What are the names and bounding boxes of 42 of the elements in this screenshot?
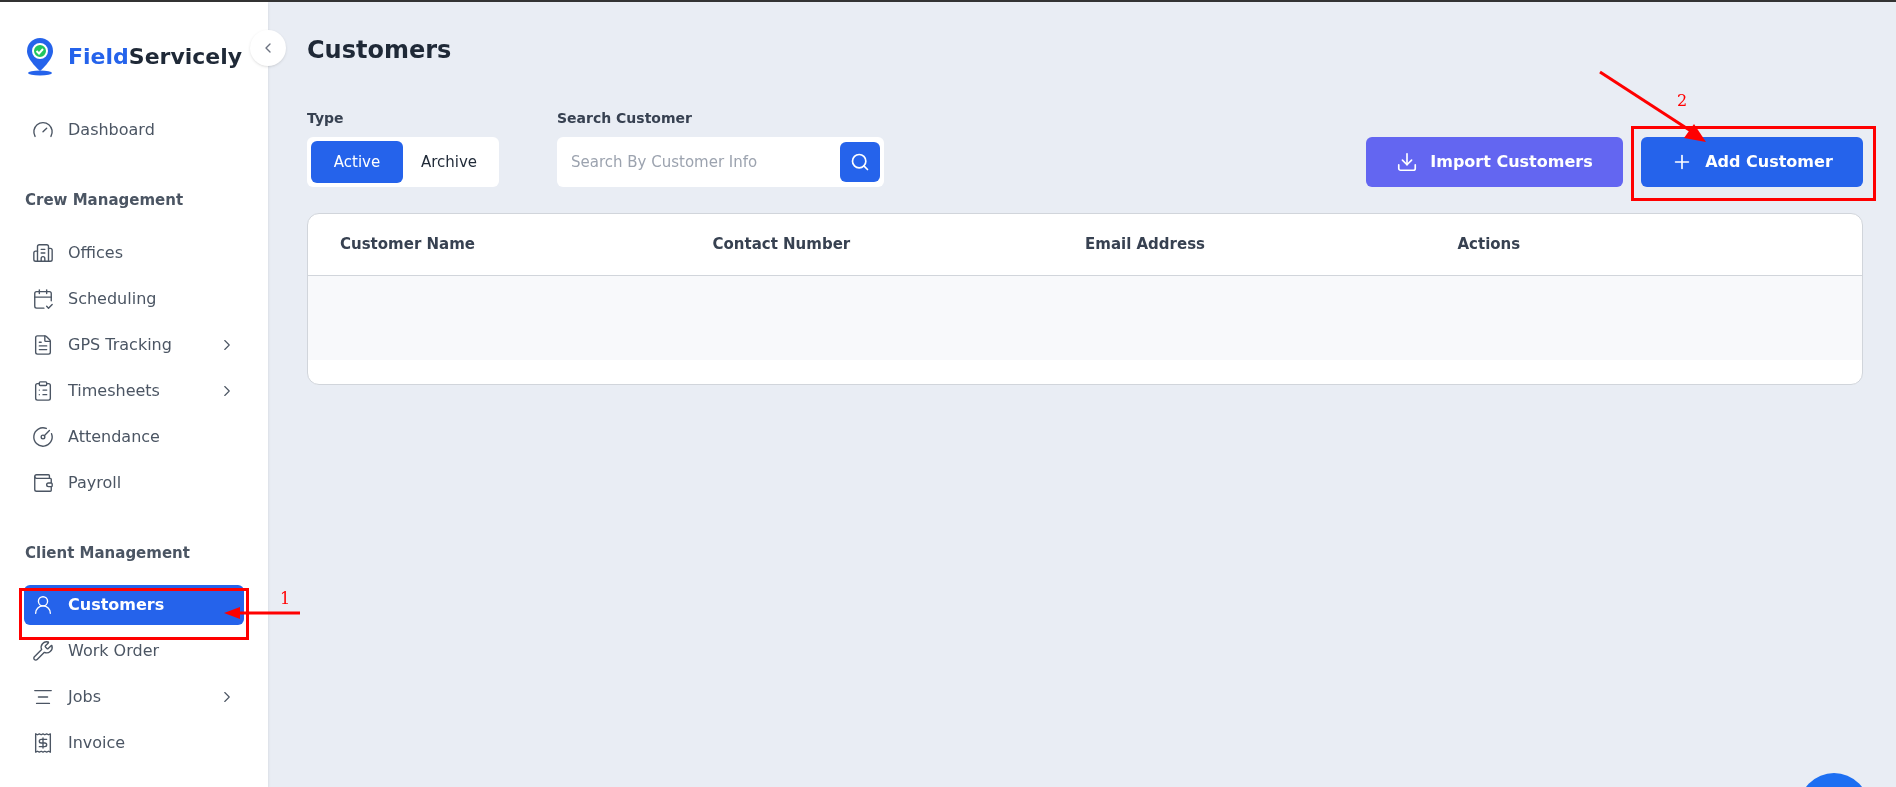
- map-pin-logo-icon: [24, 36, 56, 76]
- wallet-icon: [32, 471, 54, 494]
- search-icon: [850, 152, 870, 172]
- field-label: Type: [307, 109, 345, 128]
- sidebar-item[interactable]: Offices: [24, 232, 244, 273]
- type-option[interactable]: Archive: [403, 141, 495, 183]
- receipt-icon: [32, 732, 54, 754]
- sidebar-item[interactable]: Dashboard: [24, 110, 244, 150]
- sidebar-item[interactable]: Work Order: [24, 631, 244, 671]
- sidebar-item[interactable]: Customers: [24, 585, 244, 625]
- clipboard-icon: [32, 379, 54, 402]
- search-button[interactable]: [840, 142, 880, 182]
- sidebar-item[interactable]: Payroll: [24, 462, 244, 503]
- column-header: Customer Name: [340, 234, 476, 256]
- page-title: Customers: [307, 35, 453, 66]
- add-button[interactable]: Add Customer: [1641, 137, 1863, 187]
- column-header: Contact Number: [712, 234, 852, 256]
- annotation-number: 1: [280, 588, 291, 610]
- building-icon: [32, 241, 54, 264]
- document-icon: [32, 333, 54, 356]
- sidebar-item[interactable]: GPS Tracking: [24, 324, 244, 365]
- column-header: Email Address: [1085, 234, 1206, 256]
- sidebar-item[interactable]: Invoice: [24, 723, 244, 763]
- sidebar-item[interactable]: Scheduling: [24, 278, 244, 319]
- calendar-icon: [32, 287, 54, 310]
- sidebar-item[interactable]: Timesheets: [24, 370, 244, 411]
- section-heading: Crew Management: [24, 190, 185, 211]
- brand-name: FieldServicely: [68, 42, 243, 71]
- sidebar-item[interactable]: Attendance: [24, 416, 244, 457]
- field-label: Search Customer: [557, 109, 693, 128]
- sidebar-item[interactable]: Jobs: [24, 677, 244, 717]
- search-input[interactable]: Search By Customer Info: [571, 150, 840, 174]
- download-icon: [1396, 151, 1419, 173]
- search-field[interactable]: Search By Customer Info: [557, 137, 884, 187]
- type-option[interactable]: Active: [311, 141, 403, 183]
- user-icon: [32, 594, 54, 616]
- import-button[interactable]: Import Customers: [1366, 137, 1623, 187]
- column-header: Actions: [1457, 234, 1522, 256]
- annotation-number: 2: [1677, 90, 1688, 112]
- wrench-icon: [32, 640, 54, 662]
- section-heading: Client Management: [24, 542, 191, 564]
- gauge-icon: [32, 425, 54, 448]
